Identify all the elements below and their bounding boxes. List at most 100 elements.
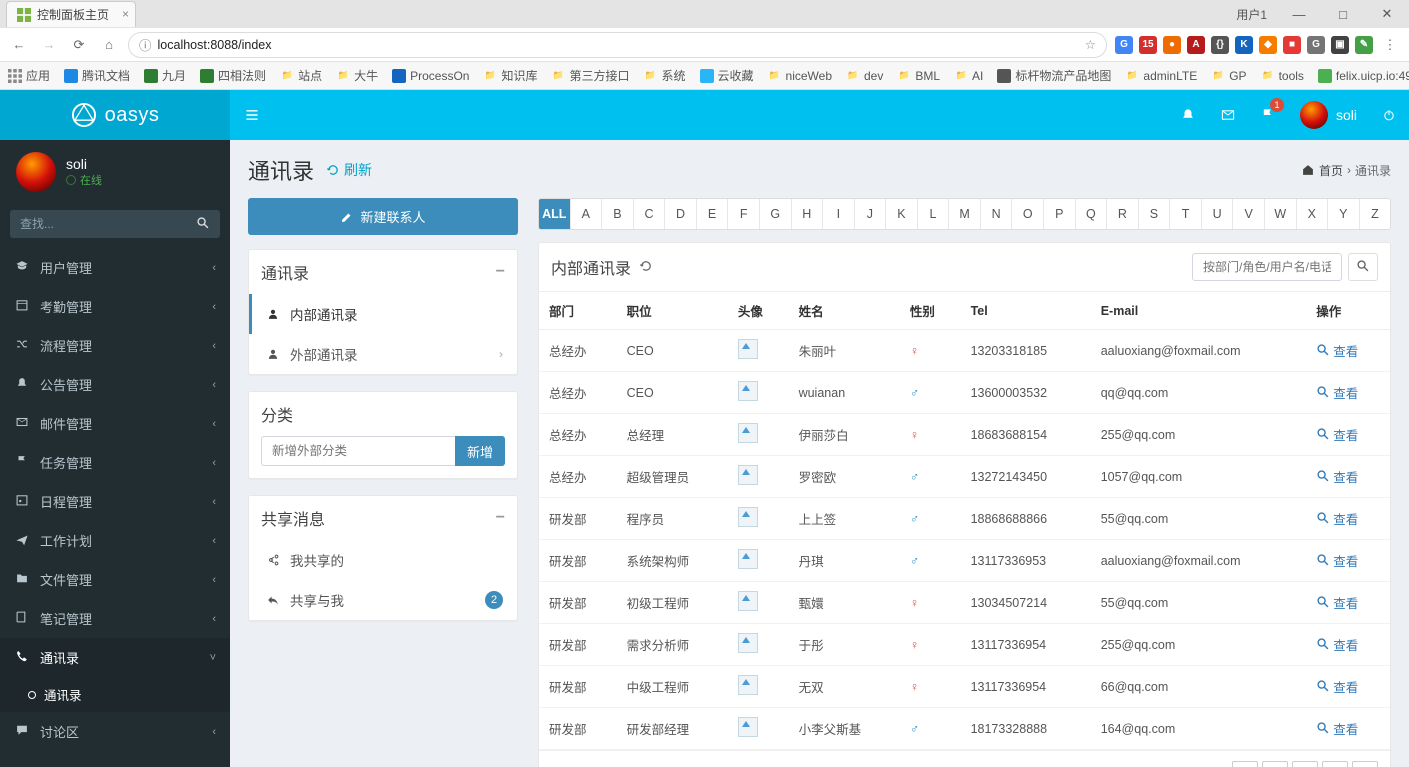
alpha-filter[interactable]: X: [1297, 199, 1329, 229]
view-link[interactable]: 查看: [1316, 509, 1358, 528]
alpha-filter[interactable]: M: [949, 199, 981, 229]
sidebar-search-input[interactable]: [10, 210, 185, 238]
alpha-filter[interactable]: W: [1265, 199, 1297, 229]
bookmark-item[interactable]: felix.uicp.io:49487/: [1318, 69, 1409, 83]
browser-user-chip[interactable]: 用户1: [1226, 6, 1277, 23]
browser-tab[interactable]: 控制面板主页 ×: [6, 1, 136, 27]
breadcrumb-home[interactable]: 首页: [1319, 162, 1343, 179]
view-link[interactable]: 查看: [1316, 467, 1358, 486]
sidebar-toggle[interactable]: [230, 90, 274, 140]
nav-reload-icon[interactable]: ⟳: [68, 34, 90, 56]
tab-close-icon[interactable]: ×: [122, 7, 129, 21]
topbar-user[interactable]: soli: [1288, 90, 1369, 140]
bookmark-item[interactable]: 四相法则: [200, 67, 266, 84]
ext-icon[interactable]: ✎: [1355, 36, 1373, 54]
bookmark-item[interactable]: ProcessOn: [392, 69, 469, 83]
alpha-filter[interactable]: P: [1044, 199, 1076, 229]
bookmark-item[interactable]: 📁大牛: [336, 67, 378, 84]
alpha-filter[interactable]: D: [665, 199, 697, 229]
contacts-pill[interactable]: 内部通讯录: [249, 294, 517, 334]
new-contact-button[interactable]: 新建联系人: [248, 198, 518, 235]
alpha-filter[interactable]: ALL: [539, 199, 571, 229]
alpha-filter[interactable]: Z: [1360, 199, 1391, 229]
alpha-filter[interactable]: G: [760, 199, 792, 229]
bookmark-item[interactable]: 📁知识库: [483, 67, 537, 84]
view-link[interactable]: 查看: [1316, 635, 1358, 654]
alpha-filter[interactable]: H: [792, 199, 824, 229]
view-link[interactable]: 查看: [1316, 677, 1358, 696]
bookmark-item[interactable]: 📁tools: [1261, 69, 1304, 83]
bookmark-item[interactable]: 📁BML: [897, 69, 940, 83]
alpha-filter[interactable]: V: [1233, 199, 1265, 229]
alpha-filter[interactable]: Q: [1076, 199, 1108, 229]
ext-icon[interactable]: ▣: [1331, 36, 1349, 54]
view-link[interactable]: 查看: [1316, 593, 1358, 612]
view-link[interactable]: 查看: [1316, 425, 1358, 444]
window-close-icon[interactable]: ✕: [1365, 0, 1409, 28]
bookmark-item[interactable]: 腾讯文档: [64, 67, 130, 84]
ext-icon[interactable]: 15: [1139, 36, 1157, 54]
address-bar[interactable]: ⓘ localhost:8088/index ☆: [128, 32, 1107, 58]
brand-logo[interactable]: oasys: [0, 90, 230, 140]
table-filter-button[interactable]: [1348, 253, 1378, 281]
bookmark-item[interactable]: 📁adminLTE: [1125, 69, 1197, 83]
ext-icon[interactable]: K: [1235, 36, 1253, 54]
bookmark-star-icon[interactable]: ☆: [1085, 37, 1096, 52]
category-input[interactable]: [261, 436, 455, 466]
view-link[interactable]: 查看: [1316, 383, 1358, 402]
alpha-filter[interactable]: F: [728, 199, 760, 229]
topbar-bell[interactable]: [1168, 90, 1208, 140]
alpha-filter[interactable]: Y: [1328, 199, 1360, 229]
topbar-flag[interactable]: 1: [1248, 90, 1288, 140]
ext-icon[interactable]: ◆: [1259, 36, 1277, 54]
alpha-filter[interactable]: L: [918, 199, 950, 229]
view-link[interactable]: 查看: [1316, 719, 1358, 738]
alpha-filter[interactable]: S: [1139, 199, 1171, 229]
collapse-icon[interactable]: −: [496, 509, 505, 527]
alpha-filter[interactable]: T: [1170, 199, 1202, 229]
topbar-mail[interactable]: [1208, 90, 1248, 140]
bookmark-item[interactable]: 📁niceWeb: [768, 69, 832, 83]
nav-back-icon[interactable]: ←: [8, 34, 30, 56]
ext-icon[interactable]: {}: [1211, 36, 1229, 54]
view-link[interactable]: 查看: [1316, 551, 1358, 570]
alpha-filter[interactable]: N: [981, 199, 1013, 229]
ext-icon[interactable]: A: [1187, 36, 1205, 54]
alpha-filter[interactable]: U: [1202, 199, 1234, 229]
alpha-filter[interactable]: K: [886, 199, 918, 229]
ext-icon[interactable]: ●: [1163, 36, 1181, 54]
bookmark-item[interactable]: 📁系统: [643, 67, 685, 84]
table-filter-input[interactable]: [1192, 253, 1342, 281]
pager-first[interactable]: «: [1232, 761, 1258, 767]
ext-icon[interactable]: G: [1115, 36, 1133, 54]
alpha-filter[interactable]: O: [1012, 199, 1044, 229]
alpha-filter[interactable]: B: [602, 199, 634, 229]
pager-prev[interactable]: ‹: [1262, 761, 1288, 767]
alpha-filter[interactable]: E: [697, 199, 729, 229]
bookmark-item[interactable]: 📁dev: [846, 69, 883, 83]
alpha-filter[interactable]: I: [823, 199, 855, 229]
window-minimize-icon[interactable]: —: [1277, 0, 1321, 28]
topbar-power[interactable]: [1369, 90, 1409, 140]
contacts-pill[interactable]: 外部通讯录›: [249, 334, 517, 374]
bookmark-item[interactable]: 标杆物流产品地图: [997, 67, 1111, 84]
alpha-filter[interactable]: J: [855, 199, 887, 229]
table-reload[interactable]: [639, 259, 653, 276]
collapse-icon[interactable]: −: [496, 263, 505, 281]
bookmark-item[interactable]: 📁GP: [1211, 69, 1246, 83]
bookmark-item[interactable]: 九月: [144, 67, 186, 84]
alpha-filter[interactable]: C: [634, 199, 666, 229]
nav-home-icon[interactable]: ⌂: [98, 34, 120, 56]
bookmark-item[interactable]: 📁AI: [954, 69, 983, 83]
ext-icon[interactable]: ■: [1283, 36, 1301, 54]
alpha-filter[interactable]: R: [1107, 199, 1139, 229]
category-add-button[interactable]: 新增: [455, 436, 505, 466]
pager-last[interactable]: »: [1352, 761, 1378, 767]
bookmark-item[interactable]: 📁站点: [280, 67, 322, 84]
nav-forward-icon[interactable]: →: [38, 34, 60, 56]
share-pill[interactable]: 共享与我2: [249, 580, 517, 620]
alpha-filter[interactable]: A: [571, 199, 603, 229]
pager-next[interactable]: ›: [1322, 761, 1348, 767]
bookmark-item[interactable]: 云收藏: [700, 67, 754, 84]
browser-menu-icon[interactable]: ⋮: [1379, 34, 1401, 56]
